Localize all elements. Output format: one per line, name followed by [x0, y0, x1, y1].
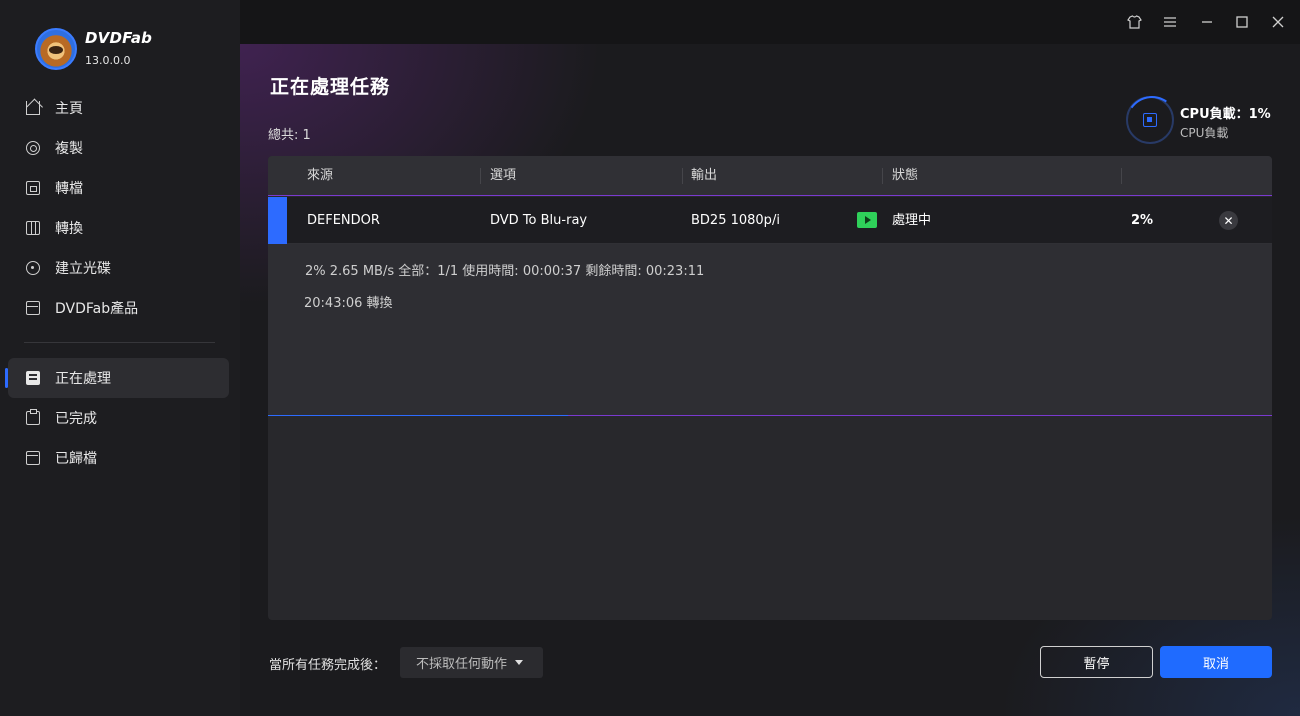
caret-down-icon [515, 660, 524, 665]
pause-button[interactable]: 暫停 [1040, 646, 1153, 678]
sidebar-item-label: 複製 [55, 141, 83, 157]
sidebar-item-label: 轉換 [55, 221, 83, 237]
close-icon[interactable] [1268, 12, 1288, 32]
maximize-icon[interactable] [1232, 12, 1252, 32]
row-option: DVD To Blu-ray [490, 213, 588, 228]
column-divider [882, 168, 883, 184]
table-header: 來源 選項 輸出 狀態 [268, 156, 1272, 196]
after-tasks-label: 當所有任務完成後： [269, 658, 387, 673]
sidebar-item-ripper[interactable]: 轉檔 [8, 168, 229, 208]
column-header-option: 選項 [490, 168, 517, 183]
row-source: DEFENDOR [307, 213, 380, 228]
row-status: 處理中 [892, 213, 932, 228]
sidebar-item-label: 建立光碟 [55, 261, 111, 277]
task-detail: 2% 2.65 MB/s 全部：1/1 使用時間: 00:00:37 剩餘時間:… [268, 244, 1272, 416]
sidebar-item-label: 已歸檔 [55, 451, 97, 467]
column-divider [480, 168, 481, 184]
column-divider [682, 168, 683, 184]
copy-icon [26, 141, 40, 155]
finished-icon [26, 409, 40, 425]
page-title: 正在處理任務 [270, 76, 391, 98]
main-content: 正在處理任務 總共: 1 CPU負載：1% CPU負載 來源 選項 輸出 狀態 … [240, 44, 1300, 716]
minimize-icon[interactable] [1197, 12, 1217, 32]
sidebar-item-archived[interactable]: 已歸檔 [8, 438, 229, 478]
sidebar-item-products[interactable]: DVDFab產品 [8, 288, 229, 328]
converter-icon [26, 221, 40, 235]
sidebar: DVDFab 13.0.0.0 主頁 複製 轉檔 轉換 建立光碟 DVDFab產… [0, 0, 240, 716]
cpu-load-title: CPU負載：1% [1180, 107, 1271, 122]
sidebar-divider [24, 342, 215, 343]
sidebar-item-label: 主頁 [55, 101, 83, 117]
menu-icon[interactable] [1160, 12, 1180, 32]
play-icon [857, 212, 877, 228]
row-output: BD25 1080p/i [691, 213, 780, 228]
cpu-load-gauge [1126, 96, 1174, 144]
table-row[interactable]: DEFENDOR DVD To Blu-ray BD25 1080p/i 處理中… [268, 197, 1272, 244]
sidebar-item-label: 轉檔 [55, 181, 83, 197]
column-header-status: 狀態 [892, 168, 919, 183]
sidebar-item-copy[interactable]: 複製 [8, 128, 229, 168]
sidebar-item-label: 已完成 [55, 411, 97, 427]
task-total: 總共: 1 [268, 128, 311, 143]
sidebar-item-label: DVDFab產品 [55, 301, 139, 317]
column-header-source: 來源 [307, 168, 334, 183]
sidebar-item-finished[interactable]: 已完成 [8, 398, 229, 438]
sidebar-item-processing[interactable]: 正在處理 [5, 358, 229, 398]
cancel-button[interactable]: 取消 [1160, 646, 1272, 678]
ripper-icon [26, 181, 40, 195]
processing-icon [26, 371, 40, 385]
archived-icon [26, 451, 40, 465]
row-selected-indicator [268, 197, 287, 244]
disc-icon [26, 261, 40, 275]
column-header-output: 輸出 [691, 168, 718, 183]
row-progress: 2% [1131, 213, 1154, 228]
home-icon [26, 101, 40, 115]
dvdfab-logo-icon [35, 28, 77, 70]
progress-details: 2% 2.65 MB/s 全部：1/1 使用時間: 00:00:37 剩餘時間:… [305, 264, 705, 279]
column-divider [1121, 168, 1122, 184]
products-icon [26, 301, 40, 315]
task-log-entry: 20:43:06 轉換 [304, 296, 393, 311]
brand-name: DVDFab [85, 29, 153, 47]
sidebar-item-creator[interactable]: 建立光碟 [8, 248, 229, 288]
sidebar-item-label: 正在處理 [55, 371, 111, 387]
after-tasks-value: 不採取任何動作 [416, 657, 508, 672]
sidebar-item-home[interactable]: 主頁 [8, 88, 229, 128]
title-bar [240, 0, 1300, 44]
close-icon: ✕ [1223, 213, 1234, 228]
cpu-load-subtitle: CPU負載 [1180, 126, 1229, 140]
after-tasks-dropdown[interactable]: 不採取任何動作 [400, 647, 543, 678]
remove-task-button[interactable]: ✕ [1219, 211, 1238, 230]
task-table: 來源 選項 輸出 狀態 DEFENDOR DVD To Blu-ray BD25… [268, 156, 1272, 620]
app-version: 13.0.0.0 [85, 54, 131, 67]
sidebar-item-converter[interactable]: 轉換 [8, 208, 229, 248]
skin-icon[interactable] [1124, 12, 1144, 32]
cpu-chip-icon [1143, 113, 1157, 127]
